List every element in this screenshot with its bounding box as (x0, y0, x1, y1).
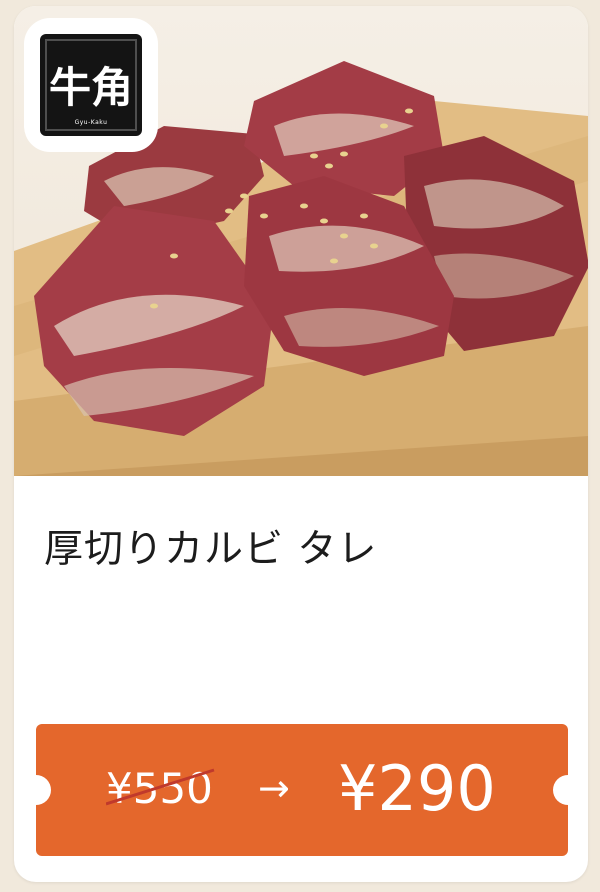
logo-subtext: Gyu-Kaku (74, 119, 108, 126)
brand-logo: 牛角 Gyu-Kaku (24, 18, 158, 152)
coupon-price-button[interactable]: ¥550 → ¥290 (21, 724, 583, 856)
coupon-notch-left (21, 775, 51, 805)
coupon-card[interactable]: 牛角 Gyu-Kaku 厚切りカルビ タレ ¥550 → ¥290 (14, 6, 588, 882)
coupon-notch-right (553, 775, 583, 805)
arrow-right-icon: → (258, 766, 290, 810)
original-price: ¥550 (106, 764, 215, 813)
original-price-text: ¥550 (106, 764, 213, 813)
svg-text:牛角: 牛角 (49, 63, 133, 112)
discount-price: ¥290 (338, 752, 496, 825)
item-title: 厚切りカルビ タレ (44, 527, 378, 572)
